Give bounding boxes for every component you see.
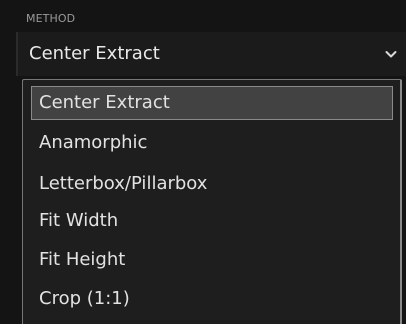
method-select[interactable]: Center Extract bbox=[16, 32, 406, 76]
method-panel: METHOD Center Extract Center Extract Ana… bbox=[0, 0, 406, 324]
option-crop-1-1[interactable]: Crop (1:1) bbox=[31, 282, 393, 316]
method-label: METHOD bbox=[26, 12, 76, 25]
option-anamorphic[interactable]: Anamorphic bbox=[31, 126, 393, 160]
method-select-value: Center Extract bbox=[29, 43, 160, 64]
method-dropdown-list: Center Extract Anamorphic Letterbox/Pill… bbox=[22, 79, 402, 324]
option-fit-width[interactable]: Fit Width bbox=[31, 204, 393, 238]
option-fit-height[interactable]: Fit Height bbox=[31, 243, 393, 277]
option-letterbox-pillarbox[interactable]: Letterbox/Pillarbox bbox=[31, 167, 393, 201]
chevron-down-icon[interactable] bbox=[382, 45, 400, 63]
option-center-extract[interactable]: Center Extract bbox=[31, 86, 393, 120]
